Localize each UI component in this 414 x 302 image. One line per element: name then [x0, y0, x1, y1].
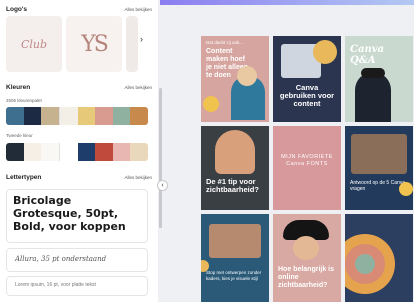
- panel-scrollbar[interactable]: [159, 88, 162, 228]
- logos-view-all-link[interactable]: Alles bekijken: [124, 7, 152, 12]
- color-swatch[interactable]: [130, 143, 148, 161]
- tile8-text: Hoe belangrijk is online zichtbaarheid?: [278, 266, 335, 289]
- chevron-right-icon[interactable]: ›: [140, 34, 143, 44]
- logos-title: Logo's: [6, 6, 28, 13]
- flower-decoration-icon: [399, 182, 413, 196]
- color-swatch[interactable]: [112, 143, 131, 161]
- logo-ys-text: YS: [81, 31, 109, 57]
- heading-font-sample: Bricolage Grotesque, 50pt, Bold, voor ko…: [13, 194, 126, 233]
- colors-title: Kleuren: [6, 84, 31, 91]
- logo-card-ys[interactable]: YS: [66, 16, 122, 72]
- logo-club-text: Club: [20, 37, 48, 51]
- color-swatch[interactable]: [6, 107, 24, 125]
- flower-decoration-icon: [203, 96, 219, 112]
- grid-tile-7[interactable]: Stop met ontwerpen zonder kaders, kies j…: [201, 214, 269, 302]
- person-with-hat-photo: [355, 72, 391, 122]
- logo-card-partial[interactable]: [126, 16, 138, 72]
- tile7-text: Stop met ontwerpen zonder kaders, kies j…: [206, 270, 262, 281]
- grid-tile-6[interactable]: Antwoord op de 5 Canva vragen: [345, 126, 413, 210]
- grid-tile-5[interactable]: MIJN FAVORIETE Canva FONTS: [273, 126, 341, 210]
- color-swatch[interactable]: [41, 107, 59, 125]
- tile5-text: MIJN FAVORIETE Canva FONTS: [281, 154, 333, 167]
- flower-decoration-icon: [313, 40, 337, 64]
- colors-section-header: Kleuren Alles bekijken: [6, 84, 152, 91]
- color-swatch[interactable]: [95, 107, 113, 125]
- brand-kit-panel: Logo's Alles bekijken Club YS › Kleuren …: [0, 0, 158, 302]
- color-swatch[interactable]: [77, 107, 96, 125]
- grid-tile-8[interactable]: Hoe belangrijk is online zichtbaarheid?: [273, 214, 341, 302]
- collapse-panel-icon[interactable]: ‹: [157, 180, 168, 191]
- grid-tile-2[interactable]: Canva gebruiken voor content: [273, 36, 341, 122]
- fonts-section-header: Lettertypen Alles bekijken: [6, 174, 152, 181]
- color-palette-1: [6, 107, 148, 125]
- script-font-card[interactable]: Allura, 35 pt onderstaand: [6, 248, 148, 272]
- person-head: [293, 236, 319, 260]
- top-gradient-bar: [160, 0, 414, 5]
- hat-icon: [361, 68, 385, 78]
- color-swatch[interactable]: [130, 107, 148, 125]
- instagram-grid-canvas[interactable]: Dat dacht zij ook... Content maken hoef …: [201, 36, 413, 302]
- color-swatch[interactable]: [112, 107, 131, 125]
- body-font-card[interactable]: Lorem ipsum, 16 pt, voor platte tekst: [6, 276, 148, 296]
- circle-decoration-core: [355, 254, 375, 274]
- color-swatch[interactable]: [77, 143, 96, 161]
- person-photo: [215, 130, 255, 174]
- color-swatch[interactable]: [58, 143, 78, 161]
- script-font-sample: Allura, 35 pt onderstaand: [15, 255, 107, 263]
- logos-section-header: Logo's Alles bekijken: [6, 6, 152, 13]
- color-swatch[interactable]: [58, 107, 78, 125]
- color-swatch[interactable]: [23, 143, 42, 161]
- color-swatch[interactable]: [23, 107, 42, 125]
- grid-tile-3[interactable]: Canva Q&A: [345, 36, 413, 122]
- people-photo: [351, 134, 407, 174]
- grid-tile-9[interactable]: [345, 214, 413, 302]
- color-swatch[interactable]: [41, 143, 59, 161]
- heading-font-card[interactable]: Bricolage Grotesque, 50pt, Bold, voor ko…: [6, 189, 148, 243]
- fonts-title: Lettertypen: [6, 174, 42, 181]
- tile1-small-text: Dat dacht zij ook...: [206, 40, 244, 45]
- tile4-text: De #1 tip voor zichtbaarheid?: [206, 177, 259, 194]
- person-head: [237, 66, 257, 86]
- two-people-photo: [209, 224, 261, 258]
- grid-tile-1[interactable]: Dat dacht zij ook... Content maken hoef …: [201, 36, 269, 122]
- tile3-text: Canva Q&A: [350, 44, 384, 66]
- tile2-text: Canva gebruiken voor content: [279, 83, 335, 108]
- color-palette-2: [6, 143, 148, 161]
- body-font-sample: Lorem ipsum, 16 pt, voor platte tekst: [15, 282, 96, 288]
- color-swatch[interactable]: [95, 143, 113, 161]
- logo-card-club[interactable]: Club: [6, 16, 62, 72]
- colors-view-all-link[interactable]: Alles bekijken: [124, 85, 152, 90]
- fonts-view-all-link[interactable]: Alles bekijken: [124, 175, 152, 180]
- palette2-label: Tweede kleur: [6, 133, 33, 138]
- grid-tile-4[interactable]: De #1 tip voor zichtbaarheid?: [201, 126, 269, 210]
- palette1-label: 2506 kleurenpalet: [6, 98, 42, 103]
- color-swatch[interactable]: [6, 143, 24, 161]
